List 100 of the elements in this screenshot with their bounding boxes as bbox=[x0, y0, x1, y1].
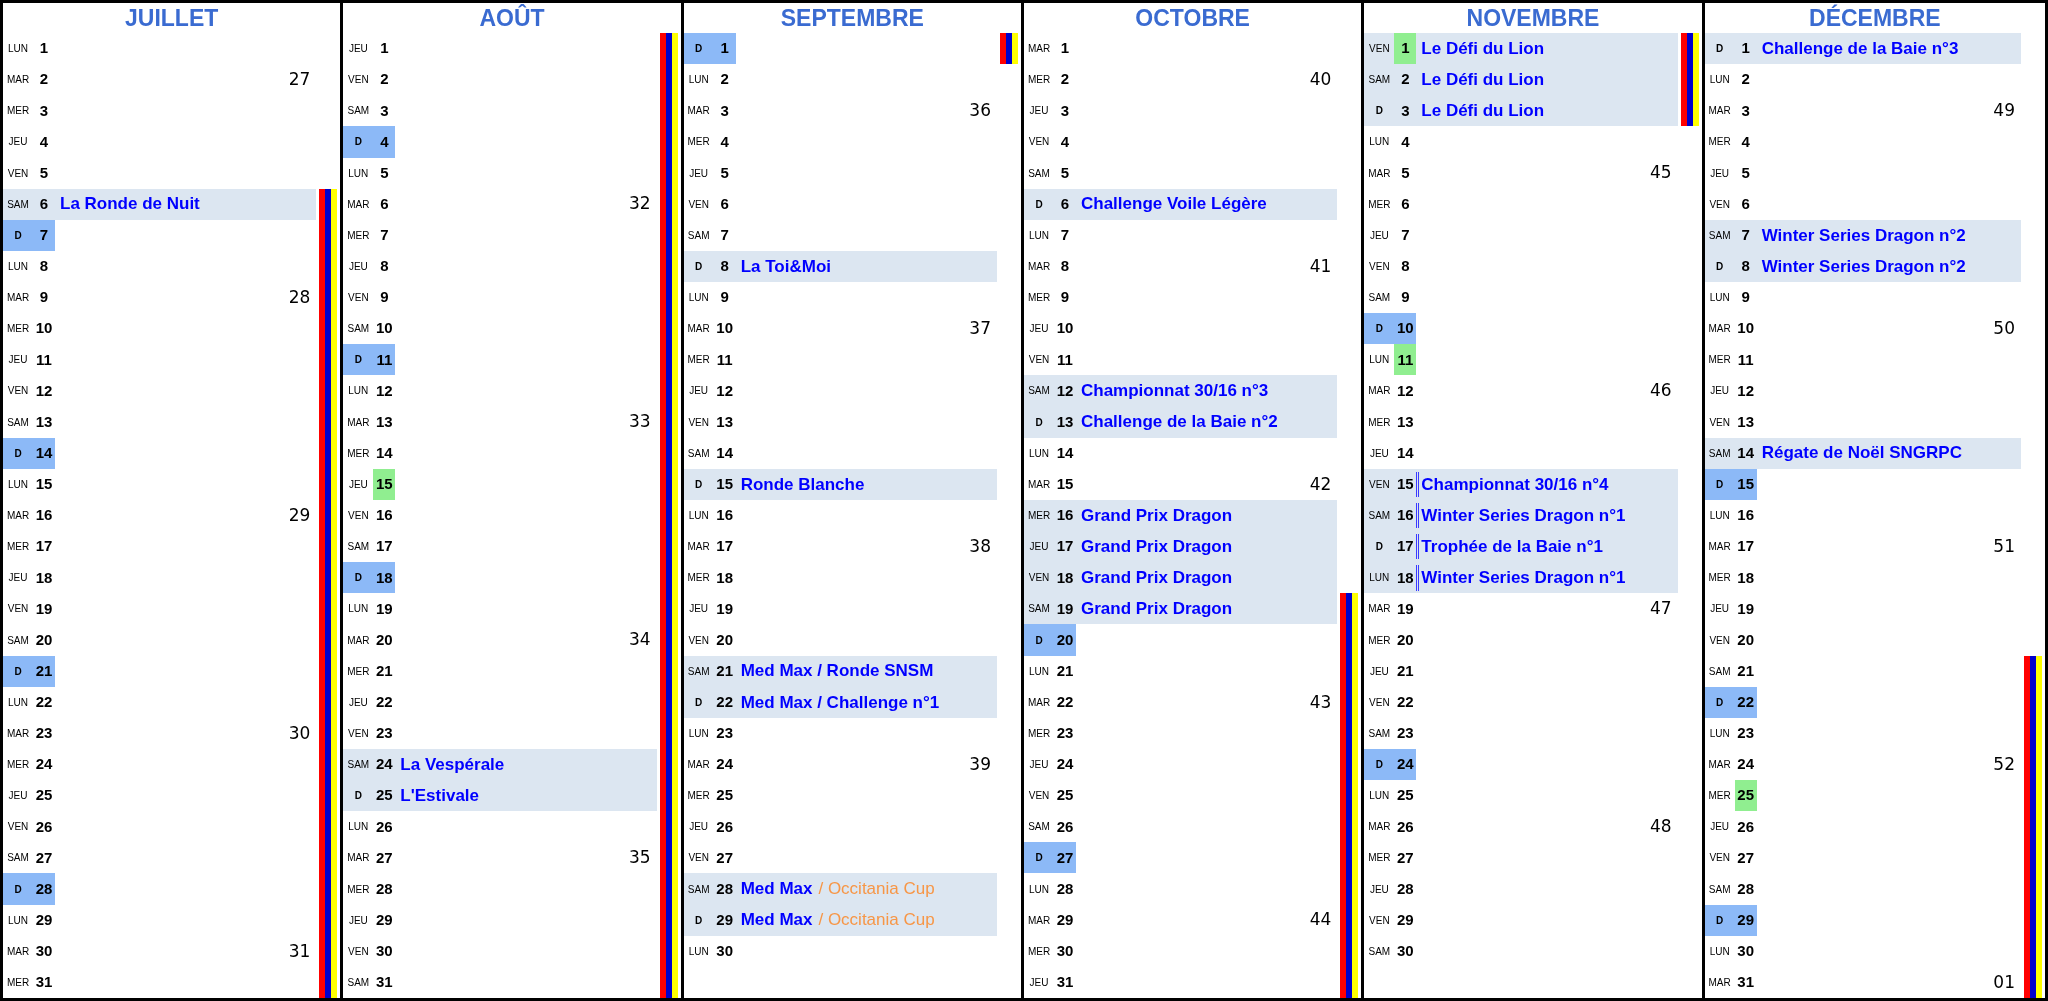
day-number: 27 bbox=[1396, 847, 1415, 868]
week-number: 52 bbox=[1993, 752, 2016, 776]
day-number: 5 bbox=[38, 162, 50, 183]
event-title: Med Max / Challenge n°1 bbox=[739, 691, 940, 714]
day-number: 22 bbox=[34, 692, 54, 712]
day-number: 20 bbox=[715, 629, 734, 650]
day-number: 1 bbox=[1394, 33, 1417, 65]
day-number: 15 bbox=[34, 474, 54, 495]
week-number: 47 bbox=[1650, 597, 1673, 621]
day-number: 30 bbox=[375, 941, 394, 962]
weekday-label: LUN bbox=[687, 944, 710, 959]
day-number: 21 bbox=[1396, 660, 1415, 681]
day-number: 19 bbox=[1736, 598, 1755, 619]
event-title: Winter Series Dragon n°2 bbox=[1760, 255, 1966, 278]
day-number: 11 bbox=[35, 349, 53, 370]
weekday-label: VEN bbox=[1368, 695, 1391, 710]
day-number: 6 bbox=[1400, 193, 1411, 214]
weekday-label: LUN bbox=[1028, 882, 1050, 897]
weekday-label: JEU bbox=[7, 135, 29, 150]
weekday-label: D bbox=[1715, 477, 1725, 492]
day-number: 30 bbox=[34, 941, 54, 962]
weekday-label: MAR bbox=[1026, 259, 1052, 274]
weekday-label: SAM bbox=[346, 758, 371, 772]
weekday-label: VEN bbox=[6, 166, 30, 181]
day-number: 8 bbox=[38, 256, 50, 277]
day-number: 20 bbox=[1736, 629, 1755, 650]
weekday-label: LUN bbox=[1368, 571, 1391, 586]
weekday-label: MER bbox=[1026, 509, 1052, 523]
day-number: 11 bbox=[715, 349, 734, 370]
day-number: 23 bbox=[34, 723, 54, 744]
weekday-label: SAM bbox=[346, 104, 371, 119]
event-title: La Ronde de Nuit bbox=[59, 193, 200, 216]
weekday-label: LUN bbox=[347, 602, 370, 617]
weekday-label: VEN bbox=[6, 602, 30, 617]
day-number: 16 bbox=[715, 505, 734, 526]
day-number: 2 bbox=[1740, 69, 1751, 90]
weekday-label: MAR bbox=[5, 726, 31, 741]
weekday-label: JEU bbox=[1368, 228, 1390, 243]
day-number: 2 bbox=[1400, 69, 1411, 90]
weekday-label: MER bbox=[1367, 415, 1392, 430]
weekday-label: VEN bbox=[1708, 197, 1731, 212]
day-number: 24 bbox=[1055, 754, 1075, 775]
day-number: 4 bbox=[1400, 131, 1411, 152]
weekday-label: JEU bbox=[7, 571, 29, 586]
weekday-label: SAM bbox=[1707, 446, 1732, 461]
weekday-label: MAR bbox=[1026, 695, 1052, 710]
day-number: 28 bbox=[375, 878, 394, 899]
weekday-label: MAR bbox=[5, 73, 31, 88]
weekday-label: LUN bbox=[687, 73, 710, 88]
weekday-label: JEU bbox=[1028, 758, 1050, 772]
day-number: 8 bbox=[1059, 256, 1071, 277]
month-title: JUILLET bbox=[125, 3, 219, 33]
weekday-label: LUN bbox=[347, 384, 370, 399]
weekday-label: MAR bbox=[1707, 975, 1732, 990]
day-number: 27 bbox=[1736, 847, 1755, 868]
weekday-label: LUN bbox=[1028, 228, 1050, 243]
weekday-label: VEN bbox=[687, 633, 710, 648]
day-number: 17 bbox=[1396, 536, 1415, 557]
day-number: 13 bbox=[1055, 411, 1075, 432]
day-number: 9 bbox=[38, 287, 50, 308]
day-number: 17 bbox=[715, 536, 734, 557]
weekday-label: MER bbox=[1026, 726, 1052, 741]
day-number: 3 bbox=[1740, 100, 1751, 121]
weekday-label: LUN bbox=[1708, 73, 1731, 88]
day-number: 21 bbox=[715, 660, 734, 681]
event-title: Grand Prix Dragon bbox=[1080, 598, 1233, 621]
day-number: 6 bbox=[719, 193, 730, 214]
weekday-label: SAM bbox=[686, 228, 711, 243]
weekday-label: MER bbox=[1707, 571, 1732, 586]
week-number: 39 bbox=[969, 752, 992, 776]
day-number: 18 bbox=[1736, 567, 1755, 588]
week-number: 37 bbox=[969, 316, 992, 340]
week-number: 30 bbox=[288, 721, 312, 745]
weekday-label: MER bbox=[1707, 789, 1732, 804]
day-number: 25 bbox=[1734, 780, 1757, 812]
weekday-label: D bbox=[13, 882, 23, 897]
day-number: 18 bbox=[375, 567, 394, 588]
day-number: 20 bbox=[1055, 629, 1075, 650]
day-number: 2 bbox=[719, 69, 730, 90]
weekday-label: LUN bbox=[1028, 664, 1050, 679]
day-number: 5 bbox=[719, 162, 730, 183]
week-number: 45 bbox=[1650, 161, 1673, 185]
day-number: 23 bbox=[1396, 723, 1415, 744]
day-number: 17 bbox=[375, 536, 394, 557]
weekday-label: D bbox=[1374, 322, 1384, 337]
weekday-label: VEN bbox=[347, 291, 370, 306]
month-title: AOÛT bbox=[479, 3, 545, 33]
day-number: 20 bbox=[34, 629, 54, 650]
day-number: 26 bbox=[715, 816, 734, 837]
day-number: 24 bbox=[1736, 754, 1755, 775]
weekday-label: D bbox=[13, 446, 23, 461]
weekday-label: MAR bbox=[1707, 104, 1732, 119]
day-number: 24 bbox=[715, 754, 734, 775]
day-number: 7 bbox=[379, 225, 390, 246]
week-number: 29 bbox=[288, 503, 312, 527]
weekday-label: LUN bbox=[347, 166, 370, 181]
day-number: 1 bbox=[719, 38, 730, 59]
weekday-label: SAM bbox=[1027, 820, 1051, 835]
week-number: 48 bbox=[1650, 815, 1673, 839]
day-number: 14 bbox=[375, 443, 394, 463]
